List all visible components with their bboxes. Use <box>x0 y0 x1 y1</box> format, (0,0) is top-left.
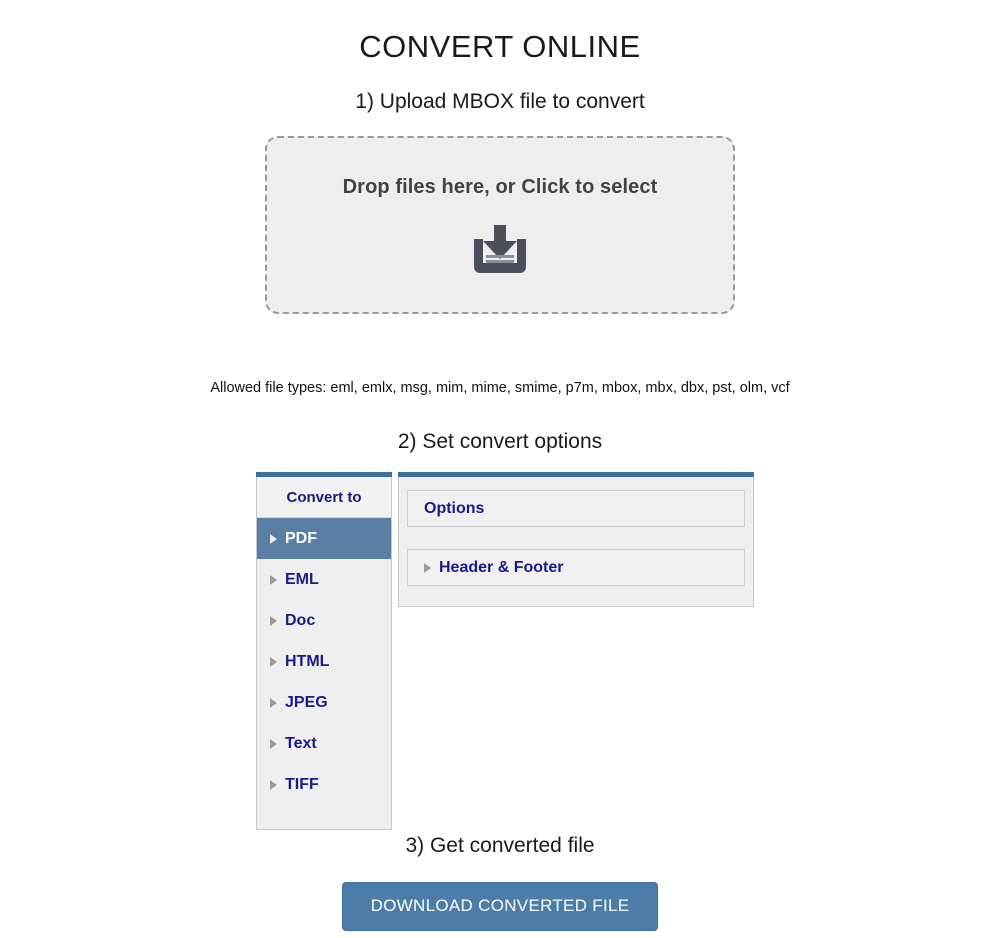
page-title: CONVERT ONLINE <box>359 29 641 64</box>
format-label: TIFF <box>285 775 319 793</box>
format-item-doc[interactable]: Doc <box>257 600 391 641</box>
triangle-right-icon <box>270 574 277 585</box>
convert-panel-body: Convert to PDF EML Doc HTML JPEG Text TI… <box>256 477 392 830</box>
file-dropzone[interactable]: Drop files here, or Click to select <box>265 136 735 314</box>
triangle-right-icon <box>270 779 277 790</box>
triangle-right-icon <box>424 562 431 573</box>
format-label: PDF <box>285 529 317 547</box>
format-label: EML <box>285 570 319 588</box>
triangle-right-icon <box>270 615 277 626</box>
download-converted-file-button[interactable]: DOWNLOAD CONVERTED FILE <box>341 882 659 931</box>
format-label: Doc <box>285 611 316 629</box>
format-label: HTML <box>285 652 330 670</box>
format-item-html[interactable]: HTML <box>257 641 391 682</box>
format-item-tiff[interactable]: TIFF <box>257 764 391 805</box>
format-item-text[interactable]: Text <box>257 723 391 764</box>
step-3-heading: 3) Get converted file <box>405 834 595 857</box>
step-1-heading: 1) Upload MBOX file to convert <box>355 90 645 113</box>
options-panel-body: Options Header & Footer <box>398 477 754 607</box>
options-section-header[interactable]: Options <box>407 490 745 527</box>
triangle-right-icon <box>270 656 277 667</box>
allowed-file-types: Allowed file types: eml, emlx, msg, mim,… <box>210 380 790 396</box>
format-label: Text <box>285 734 317 752</box>
triangle-right-icon <box>270 697 277 708</box>
convert-to-header: Convert to <box>257 477 391 518</box>
download-tray-icon <box>464 225 536 282</box>
format-item-pdf[interactable]: PDF <box>257 518 391 559</box>
dropzone-container: Drop files here, or Click to select <box>0 136 1000 314</box>
format-label: JPEG <box>285 693 328 711</box>
triangle-right-icon <box>270 738 277 749</box>
format-item-jpeg[interactable]: JPEG <box>257 682 391 723</box>
header-footer-label: Header & Footer <box>439 558 564 576</box>
step-2-heading: 2) Set convert options <box>397 430 603 453</box>
triangle-right-icon <box>270 533 277 544</box>
header-footer-section[interactable]: Header & Footer <box>407 549 745 586</box>
download-button-container: DOWNLOAD CONVERTED FILE <box>0 882 1000 931</box>
convert-to-panel: Convert to PDF EML Doc HTML JPEG Text TI… <box>256 472 392 830</box>
options-section-label: Options <box>424 499 485 517</box>
dropzone-label: Drop files here, or Click to select <box>342 176 658 198</box>
convert-options-area: Convert to PDF EML Doc HTML JPEG Text TI… <box>0 472 1000 830</box>
options-panel: Options Header & Footer <box>398 472 754 607</box>
format-item-eml[interactable]: EML <box>257 559 391 600</box>
